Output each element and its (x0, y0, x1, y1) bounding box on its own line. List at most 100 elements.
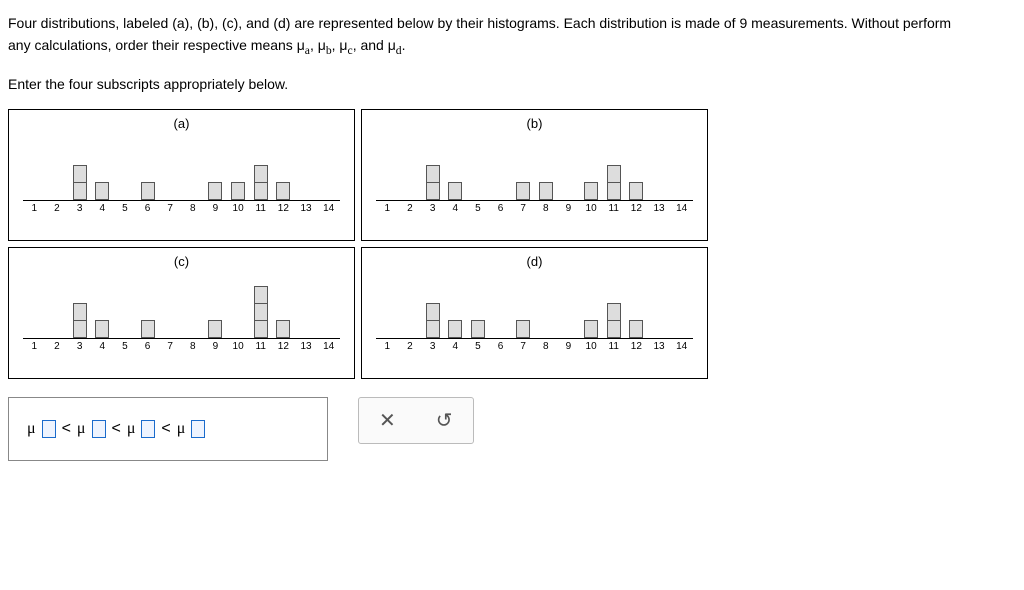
bar-slot (557, 135, 580, 200)
panel-d: (d) 1234567891011121314 (361, 247, 708, 379)
bar-slot (648, 273, 671, 338)
bar-slot (376, 273, 399, 338)
bar-slot (181, 273, 204, 338)
axis-tick: 7 (159, 203, 182, 214)
chart-d (376, 273, 693, 339)
bar-slot (512, 135, 535, 200)
bar-slot (68, 273, 91, 338)
bar-slot (204, 273, 227, 338)
bar-block (539, 182, 553, 200)
bar-slot (376, 135, 399, 200)
axis-tick: 12 (625, 341, 648, 352)
bar-block (254, 303, 268, 321)
axis-tick: 14 (670, 203, 693, 214)
answer-box: μ < μ < μ < μ (8, 397, 328, 461)
axis-tick: 10 (227, 203, 250, 214)
axis-tick: 13 (648, 203, 671, 214)
bar-slot (317, 135, 340, 200)
bar-slot (249, 135, 272, 200)
bar-block (629, 320, 643, 338)
bar-slot (444, 273, 467, 338)
bar-block (448, 182, 462, 200)
slot-3[interactable] (141, 420, 155, 438)
axis-tick: 8 (534, 341, 557, 352)
axis-tick: 7 (159, 341, 182, 352)
axis-tick: 10 (227, 341, 250, 352)
chart-c (23, 273, 340, 339)
bar-slot (648, 135, 671, 200)
axis-tick: 2 (399, 203, 422, 214)
axis-tick: 2 (46, 203, 69, 214)
axis-tick: 5 (467, 203, 490, 214)
bar-block (516, 182, 530, 200)
bar-slot (580, 135, 603, 200)
panel-a: (a) 1234567891011121314 (8, 109, 355, 241)
andt: , and μ (353, 37, 396, 53)
bar-slot (670, 135, 693, 200)
axis-tick: 9 (557, 341, 580, 352)
bar-slot (534, 135, 557, 200)
bar-slot (249, 273, 272, 338)
c2: , μ (332, 37, 348, 53)
bar-slot (181, 135, 204, 200)
slot-1[interactable] (42, 420, 56, 438)
chart-b (376, 135, 693, 201)
bar-block (607, 182, 621, 200)
bar-slot (602, 273, 625, 338)
slot-2[interactable] (92, 420, 106, 438)
bar-slot (159, 273, 182, 338)
axis-tick: 14 (317, 203, 340, 214)
bar-slot (602, 135, 625, 200)
axis-tick: 1 (23, 203, 46, 214)
bar-slot (399, 135, 422, 200)
bar-block (254, 182, 268, 200)
instr-line3: Enter the four subscripts appropriately … (8, 73, 1016, 95)
reset-button[interactable]: ↺ (436, 408, 453, 433)
axis-a: 1234567891011121314 (23, 203, 340, 214)
bar-slot (444, 135, 467, 200)
axis-tick: 5 (114, 341, 137, 352)
axis-tick: 2 (399, 341, 422, 352)
bar-slot (557, 273, 580, 338)
bar-slot (272, 273, 295, 338)
bar-slot (68, 135, 91, 200)
axis-tick: 8 (534, 203, 557, 214)
clear-button[interactable]: ✕ (379, 408, 396, 433)
bar-block (607, 165, 621, 183)
bottom-row: μ < μ < μ < μ ✕ ↺ (8, 397, 1016, 461)
slot-4[interactable] (191, 420, 205, 438)
bar-slot (136, 135, 159, 200)
bar-block (231, 182, 245, 200)
title-d: (d) (370, 254, 699, 269)
bar-slot (136, 273, 159, 338)
panel-b: (b) 1234567891011121314 (361, 109, 708, 241)
axis-tick: 6 (136, 203, 159, 214)
axis-tick: 2 (46, 341, 69, 352)
axis-tick: 3 (68, 203, 91, 214)
bar-slot (625, 135, 648, 200)
bar-slot (317, 273, 340, 338)
bar-block (73, 182, 87, 200)
bar-block (254, 165, 268, 183)
histogram-grid: (a) 1234567891011121314 (b) 123456789101… (8, 109, 708, 379)
title-c: (c) (17, 254, 346, 269)
bar-block (629, 182, 643, 200)
bar-slot (670, 273, 693, 338)
axis-tick: 6 (136, 341, 159, 352)
bar-slot (489, 273, 512, 338)
instr-line2a: any calculations, order their respective… (8, 37, 305, 53)
axis-tick: 9 (557, 203, 580, 214)
bar-slot (580, 273, 603, 338)
bar-block (95, 182, 109, 200)
axis-tick: 7 (512, 203, 535, 214)
bar-block (426, 320, 440, 338)
axis-tick: 8 (181, 341, 204, 352)
bar-block (607, 320, 621, 338)
mu3: μ (127, 420, 136, 438)
instr-line1: Four distributions, labeled (a), (b), (c… (8, 15, 951, 31)
bar-slot (23, 273, 46, 338)
bar-block (254, 286, 268, 304)
title-a: (a) (17, 116, 346, 131)
bar-block (73, 320, 87, 338)
axis-tick: 12 (272, 203, 295, 214)
